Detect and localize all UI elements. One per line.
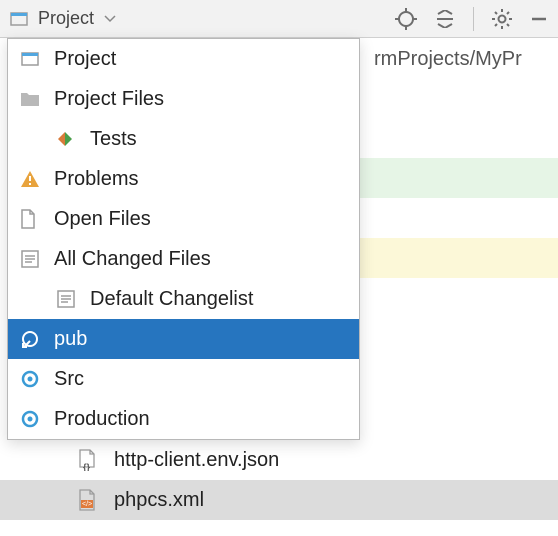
tests-icon: [56, 130, 84, 148]
dropdown-item-label: Default Changelist: [90, 288, 253, 311]
file-row-http-client[interactable]: {} http-client.env.json: [0, 440, 558, 480]
project-toolbar: Project: [0, 0, 558, 38]
warning-icon: [20, 170, 48, 188]
dropdown-item-label: All Changed Files: [54, 248, 211, 271]
changes-icon: [56, 289, 84, 309]
project-icon: [20, 49, 48, 69]
dropdown-item-label: pub: [54, 328, 87, 351]
svg-text:</>: </>: [82, 501, 92, 508]
scope-icon: [20, 369, 48, 389]
breadcrumb: rmProjects/MyPr: [374, 48, 522, 71]
dropdown-item-open-files[interactable]: Open Files: [8, 199, 359, 239]
file-row-phpcs[interactable]: </> phpcs.xml: [0, 480, 558, 520]
collapse-all-icon[interactable]: [435, 10, 455, 28]
toolbar-divider: [473, 7, 474, 31]
chevron-down-icon[interactable]: [104, 15, 116, 23]
dropdown-item-label: Project Files: [54, 88, 164, 111]
locate-icon[interactable]: [395, 8, 417, 30]
dropdown-item-label: Open Files: [54, 208, 151, 231]
json-icon: {}: [78, 449, 106, 471]
dropdown-item-tests[interactable]: Tests: [8, 119, 359, 159]
file-label: phpcs.xml: [114, 489, 204, 512]
dropdown-item-label: Production: [54, 408, 150, 431]
folder-icon: [20, 90, 48, 108]
vcs-added-bg: [360, 158, 558, 198]
dropdown-item-label: Problems: [54, 168, 138, 191]
gear-icon[interactable]: [492, 9, 512, 29]
scope-icon: [20, 409, 48, 429]
dropdown-item-all-changed[interactable]: All Changed Files: [8, 239, 359, 279]
changes-icon: [20, 249, 48, 269]
project-view-icon: [10, 10, 28, 28]
vcs-modified-bg: [360, 238, 558, 278]
dropdown-item-label: Project: [54, 48, 116, 71]
dropdown-item-project[interactable]: Project: [8, 39, 359, 79]
dropdown-item-src[interactable]: Src: [8, 359, 359, 399]
view-selector-label[interactable]: Project: [38, 8, 94, 29]
dropdown-item-production[interactable]: Production: [8, 399, 359, 439]
minimize-icon[interactable]: [530, 10, 548, 28]
dropdown-item-default-changelist[interactable]: Default Changelist: [8, 279, 359, 319]
file-icon: [20, 209, 48, 229]
scope-share-icon: [20, 329, 48, 349]
xml-icon: </>: [78, 489, 106, 511]
file-label: http-client.env.json: [114, 449, 279, 472]
dropdown-item-label: Src: [54, 368, 84, 391]
dropdown-item-pub[interactable]: pub: [8, 319, 359, 359]
dropdown-item-problems[interactable]: Problems: [8, 159, 359, 199]
svg-text:{}: {}: [83, 462, 91, 471]
dropdown-item-label: Tests: [90, 128, 137, 151]
file-tree-visible: {} http-client.env.json </> phpcs.xml: [0, 440, 558, 520]
dropdown-item-project-files[interactable]: Project Files: [8, 79, 359, 119]
view-dropdown: Project Project Files Tests Problems Ope…: [7, 38, 360, 440]
